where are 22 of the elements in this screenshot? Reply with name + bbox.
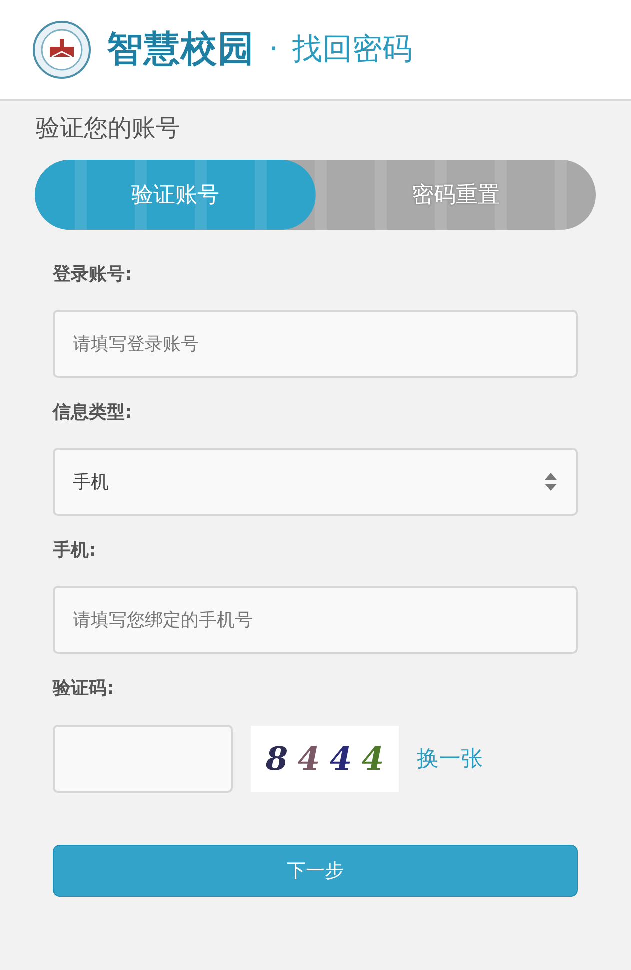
field-label: 登录账号: xyxy=(53,263,134,287)
captcha-digit: 4 xyxy=(362,740,384,778)
step-tab[interactable]: 验证账号 xyxy=(35,160,316,230)
field-label: 信息类型: xyxy=(53,401,134,425)
captcha-digit: 8 xyxy=(266,740,288,778)
step-tab[interactable]: 密码重置 xyxy=(316,160,596,230)
sort-arrows-icon xyxy=(544,472,558,492)
page-heading: 找回密码 xyxy=(292,31,413,69)
brand-title: 智慧校园 xyxy=(107,28,255,72)
captcha-digit: 4 xyxy=(330,740,352,778)
section-title: 验证您的账号 xyxy=(36,113,181,144)
refresh-captcha-link[interactable]: 换一张 xyxy=(417,744,483,774)
input-field[interactable]: 请填写您绑定的手机号 xyxy=(53,586,578,654)
school-emblem-icon xyxy=(33,20,91,78)
select-field[interactable]: 手机 xyxy=(53,448,578,516)
separator-dot: · xyxy=(269,32,279,67)
captcha-digit: 4 xyxy=(298,740,320,778)
next-step-button[interactable]: 下一步 xyxy=(53,845,578,897)
captcha-input[interactable] xyxy=(53,724,233,792)
field-label: 验证码: xyxy=(53,677,116,701)
field-label: 手机: xyxy=(53,539,98,563)
input-field[interactable]: 请填写登录账号 xyxy=(53,310,578,378)
